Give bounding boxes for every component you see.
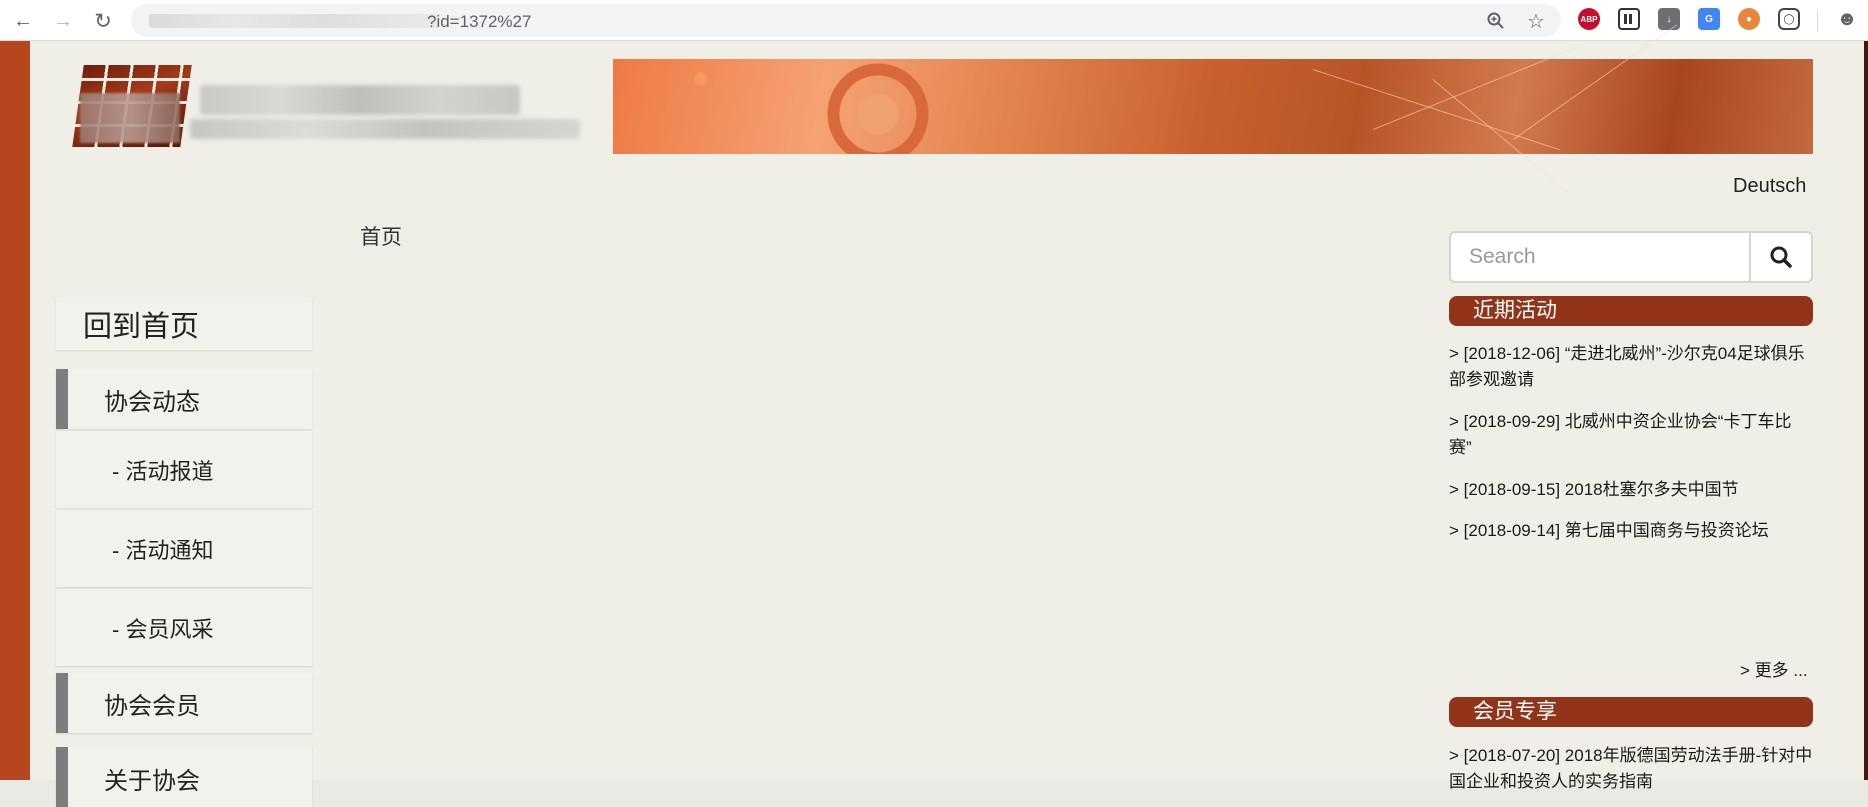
url-text: ?id=1372%27 — [427, 12, 532, 31]
url-redacted — [149, 14, 439, 28]
page-right-gutter — [1852, 41, 1864, 780]
forward-icon[interactable]: → — [48, 6, 78, 36]
web-page: Deutsch 首页 回到首页 协会动态 - 活动报道 - 活动通知 - 会员风… — [0, 24, 1868, 807]
news-item[interactable]: > [2018-09-15] 2018杜塞尔多夫中国节 — [1449, 477, 1813, 503]
menu-category-about[interactable]: 关于协会 — [56, 747, 312, 807]
logo-redacted — [80, 93, 180, 143]
news-item[interactable]: > [2018-09-29] 北威州中资企业协会“卡丁车比赛” — [1449, 409, 1813, 461]
reload-icon[interactable]: ↻ — [88, 6, 118, 36]
members-only-heading: 会员专享 — [1449, 697, 1813, 727]
star-icon[interactable]: ☆ — [1525, 10, 1547, 33]
zoom-icon[interactable] — [1485, 10, 1507, 32]
profile-icon[interactable]: ☻ — [1836, 8, 1858, 30]
camera-extension-icon[interactable]: ◯ — [1778, 8, 1800, 30]
page-right-border — [1864, 41, 1868, 780]
more-events-link[interactable]: > 更多 ... — [1740, 656, 1808, 681]
menu-home[interactable]: 回到首页 — [56, 298, 312, 350]
news-item[interactable]: > [2018-09-14] 第七届中国商务与投资论坛 — [1449, 518, 1813, 544]
qr-code-extension-icon[interactable] — [1618, 8, 1640, 30]
translate-extension-icon[interactable]: G — [1698, 8, 1720, 30]
news-item[interactable]: > [2018-07-20] 2018年版德国劳动法手册-针对中国企业和投资人的… — [1449, 743, 1813, 795]
search-icon — [1770, 246, 1792, 268]
adblock-extension-icon[interactable]: ABP — [1578, 8, 1600, 30]
menu-sub-member-showcase[interactable]: - 会员风采 — [56, 589, 312, 666]
search-input[interactable] — [1449, 231, 1751, 283]
menu-sub-event-notices[interactable]: - 活动通知 — [56, 510, 312, 587]
news-item[interactable]: > [2018-12-06] “走进北威州”-沙尔克04足球俱乐部参观邀请 — [1449, 341, 1813, 393]
download-extension-icon[interactable]: ↓ — [1658, 8, 1680, 30]
page-left-border — [0, 41, 30, 780]
back-icon[interactable]: ← — [8, 6, 38, 36]
site-subtitle-redacted — [190, 119, 580, 139]
header-banner-image — [613, 24, 1813, 196]
menu-sub-event-reports[interactable]: - 活动报道 — [56, 431, 312, 508]
address-bar[interactable]: ?id=1372%27 ☆ — [131, 4, 1561, 37]
site-name-redacted — [200, 85, 520, 115]
menu-category-members[interactable]: 协会会员 — [56, 673, 312, 733]
browser-toolbar: ← → ↻ ?id=1372%27 ☆ ABP ↓ G ● ◯ ☻ — [0, 0, 1868, 41]
language-switch-link[interactable]: Deutsch — [1733, 175, 1806, 198]
recent-events-heading: 近期活动 — [1449, 296, 1813, 326]
menu-category-news[interactable]: 协会动态 — [56, 369, 312, 429]
search-button[interactable] — [1749, 231, 1813, 283]
toolbar-divider — [1817, 10, 1818, 32]
fox-extension-icon[interactable]: ● — [1738, 8, 1760, 30]
breadcrumb-home[interactable]: 首页 — [360, 221, 402, 251]
